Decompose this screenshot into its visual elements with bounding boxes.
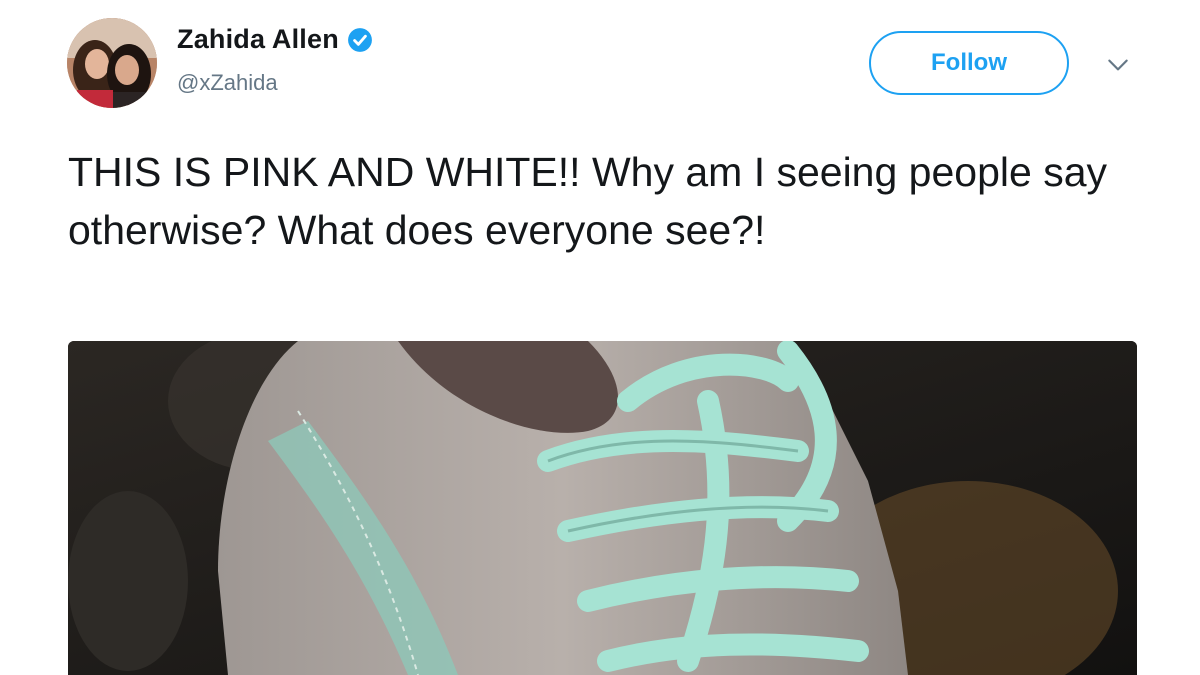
avatar[interactable]	[67, 18, 157, 108]
tweet-text: THIS IS PINK AND WHITE!! Why am I seeing…	[68, 149, 1107, 253]
sneaker-photo	[68, 341, 1137, 675]
user-handle[interactable]: @xZahida	[177, 70, 278, 96]
follow-button[interactable]: Follow	[869, 31, 1069, 95]
tweet-media-photo[interactable]	[68, 341, 1137, 675]
display-name[interactable]: Zahida Allen	[177, 24, 339, 55]
verified-badge-icon	[348, 27, 372, 52]
chevron-down-icon[interactable]	[1105, 52, 1131, 78]
author-name-row: Zahida Allen	[177, 24, 373, 55]
profile-photo	[67, 18, 157, 108]
